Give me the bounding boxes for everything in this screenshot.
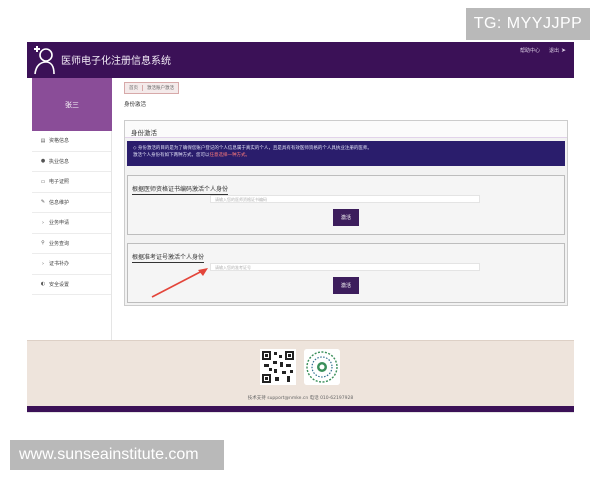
sidebar-item-label: 信息维护 bbox=[49, 199, 70, 206]
shield-icon: ◐ bbox=[40, 281, 46, 288]
sidebar-item-label: 业务申请 bbox=[49, 220, 70, 227]
panel-title: 身份激活 bbox=[131, 129, 157, 137]
sidebar-item-security[interactable]: ◐ 安全设置 bbox=[32, 275, 111, 295]
sidebar-item-certificate-reissue[interactable]: › 证书补办 bbox=[32, 254, 111, 275]
logout-link-label: 退出 bbox=[548, 48, 559, 54]
sidebar-item-practice[interactable]: ● 执业信息 bbox=[32, 152, 111, 172]
notice-box: ◇ 身份激活的目的是为了确保您账户登记的个人信息属于真实的个人，且是具有有效医师… bbox=[127, 141, 565, 166]
sidebar-item-business-query[interactable]: ⚲ 业务查询 bbox=[32, 234, 111, 254]
footer-support-text: 技术支持 support@nmke.cn 电话 010-62197928 bbox=[247, 396, 354, 401]
sidebar-item-e-license[interactable]: ▭ 电子证照 bbox=[32, 172, 111, 193]
sidebar-item-label: 资格信息 bbox=[49, 138, 70, 145]
edit-icon: ✎ bbox=[40, 199, 46, 206]
notice-line-1: ◇ 身份激活的目的是为了确保您账户登记的个人信息属于真实的个人，且是具有有效医师… bbox=[133, 146, 559, 153]
help-link[interactable]: 帮助中心 bbox=[520, 47, 540, 54]
activate-button-admission[interactable]: 激活 bbox=[333, 277, 359, 294]
watermark-bottom: www.sunseainstitute.com bbox=[10, 440, 224, 470]
doctor-logo-icon bbox=[34, 46, 55, 75]
user-block: 张三 bbox=[32, 78, 112, 131]
notice-highlight: 任意选择一种方式。 bbox=[209, 152, 251, 158]
breadcrumb-current: 激活账户激活 bbox=[142, 85, 178, 91]
sidebar-item-label: 执业信息 bbox=[49, 158, 70, 165]
chevron-right-icon: › bbox=[42, 260, 44, 267]
page-title: 身份激活 bbox=[124, 102, 147, 108]
search-icon: ⚲ bbox=[41, 240, 45, 247]
qr-code-icon bbox=[260, 349, 296, 385]
notice-text-2: 激活个人身份有如下两种方式，您可以 bbox=[133, 152, 210, 158]
app-window: 医师电子化注册信息系统 帮助中心 退出 ➤ 张三 ▤ 资格信息 ● 执业信息 ▭… bbox=[27, 42, 574, 440]
section-certificate-code: 根据医师资格证书编码激活个人身份 激活 bbox=[127, 175, 565, 235]
logout-link[interactable]: 退出 ➤ bbox=[549, 47, 566, 54]
admission-ticket-input[interactable] bbox=[210, 263, 480, 271]
header-bar: 医师电子化注册信息系统 帮助中心 退出 ➤ bbox=[27, 42, 574, 78]
panel-title-bar: 身份激活 bbox=[125, 121, 567, 138]
sidebar-item-label: 业务查询 bbox=[49, 240, 70, 247]
sidebar-item-label: 电子证照 bbox=[49, 179, 70, 186]
certificate-code-input[interactable] bbox=[210, 195, 480, 203]
mini-program-code-icon bbox=[304, 349, 340, 385]
user-name: 张三 bbox=[65, 101, 79, 109]
app-title: 医师电子化注册信息系统 bbox=[61, 56, 171, 67]
logout-icon: ➤ bbox=[560, 47, 566, 54]
breadcrumb: 首页 激活账户激活 bbox=[124, 82, 179, 94]
header-links: 帮助中心 退出 ➤ bbox=[520, 47, 566, 54]
sidebar-item-business-apply[interactable]: › 业务申请 bbox=[32, 213, 111, 234]
chevron-right-icon: › bbox=[42, 219, 44, 226]
sidebar-item-label: 证书补办 bbox=[49, 261, 70, 268]
sidebar-item-info-maintenance[interactable]: ✎ 信息维护 bbox=[32, 193, 111, 213]
red-arrow-annotation bbox=[151, 268, 208, 298]
card-icon: ▭ bbox=[40, 178, 46, 185]
breadcrumb-home[interactable]: 首页 bbox=[125, 85, 142, 91]
watermark-top: TG: MYYJJPP bbox=[466, 8, 590, 40]
document-icon: ▤ bbox=[40, 137, 46, 144]
sidebar: 张三 ▤ 资格信息 ● 执业信息 ▭ 电子证照 ✎ 信息维护 › 业务申请 ⚲ … bbox=[32, 78, 112, 340]
notice-text-1: 身份激活的目的是为了确保您账户登记的个人信息属于真实的个人，且是具有有效医师资格… bbox=[137, 146, 372, 151]
notice-line-2: 激活个人身份有如下两种方式，您可以任意选择一种方式。 bbox=[133, 153, 559, 160]
bottom-strip bbox=[27, 412, 574, 440]
footer: 技术支持 support@nmke.cn 电话 010-62197928 bbox=[27, 340, 574, 406]
sidebar-item-label: 安全设置 bbox=[49, 281, 70, 288]
sidebar-item-qualification[interactable]: ▤ 资格信息 bbox=[32, 131, 111, 152]
help-link-label: 帮助中心 bbox=[519, 48, 540, 54]
users-icon: ● bbox=[40, 158, 46, 165]
section-title: 根据医师资格证书编码激活个人身份 bbox=[132, 186, 229, 195]
activate-button-certificate[interactable]: 激活 bbox=[333, 209, 359, 226]
